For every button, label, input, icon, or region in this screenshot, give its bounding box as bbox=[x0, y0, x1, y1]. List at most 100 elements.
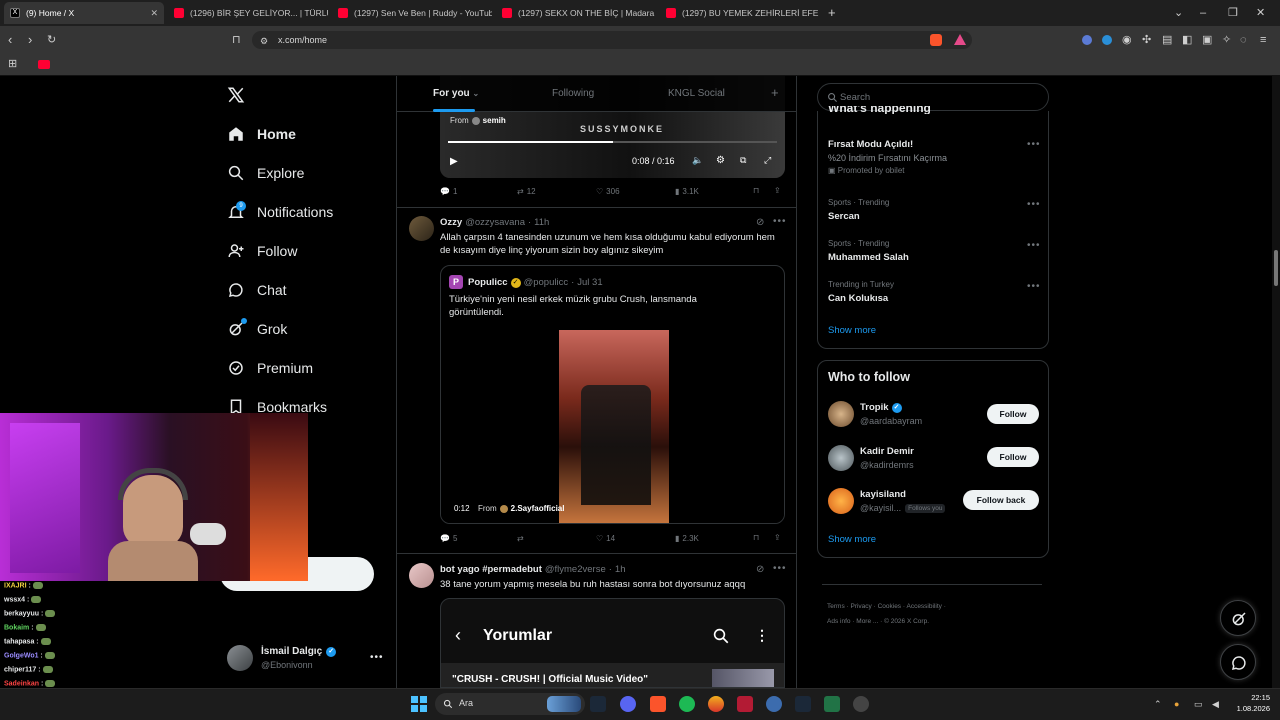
bookmark-page-icon[interactable]: ⊓ bbox=[232, 34, 241, 46]
add-tab-icon[interactable]: + bbox=[771, 85, 779, 100]
chevron-up-icon[interactable]: ⌃ bbox=[1154, 698, 1162, 710]
excel-icon[interactable] bbox=[824, 696, 840, 712]
nav-follow[interactable]: Follow bbox=[227, 239, 297, 263]
site-info-icon[interactable]: ⚙ bbox=[260, 35, 268, 47]
avatar[interactable] bbox=[828, 401, 854, 427]
vpn-icon[interactable]: ◌ bbox=[1240, 34, 1247, 46]
taskbar-clock[interactable]: 22:15 1.08.2026 bbox=[1234, 693, 1270, 713]
bookmark-icon[interactable]: ⊓ bbox=[753, 186, 759, 195]
avatar[interactable] bbox=[227, 645, 253, 671]
quote-video[interactable]: 0:12 From 2.Sayfaofficial bbox=[441, 330, 784, 523]
avatar[interactable] bbox=[409, 563, 434, 588]
repost-button[interactable]: ⇄ bbox=[517, 534, 527, 543]
volume-icon[interactable]: ◀ bbox=[1212, 698, 1219, 710]
forward-icon[interactable]: › bbox=[28, 33, 32, 46]
chevron-down-icon[interactable]: ⌄ bbox=[1174, 7, 1183, 19]
app-icon[interactable] bbox=[737, 696, 753, 712]
footer-link[interactable]: More ... bbox=[856, 618, 878, 625]
profile-name-row[interactable]: İsmail Dalgıç ✓ bbox=[261, 646, 337, 657]
reply-button[interactable]: 💬 5 bbox=[440, 534, 457, 543]
close-icon[interactable]: ✕ bbox=[144, 8, 158, 19]
user-name[interactable]: Kadir Demir bbox=[860, 446, 914, 457]
volume-icon[interactable]: 🔈 bbox=[692, 155, 703, 166]
app-icon[interactable] bbox=[766, 696, 782, 712]
steam-icon[interactable] bbox=[795, 696, 811, 712]
tab-following[interactable]: Following bbox=[552, 88, 594, 99]
scrollbar-thumb[interactable] bbox=[1274, 250, 1278, 286]
maximize-icon[interactable]: ❐ bbox=[1228, 7, 1238, 19]
browser-tab-home-x[interactable]: X (9) Home / X ✕ bbox=[4, 2, 164, 24]
reply-button[interactable]: 💬 1 bbox=[440, 187, 457, 196]
brave-icon[interactable] bbox=[650, 696, 666, 712]
share-icon[interactable]: ⇪ bbox=[774, 186, 781, 195]
author-name[interactable]: bot yago #permadebut bbox=[440, 564, 542, 575]
footer-link[interactable]: Ads info bbox=[827, 618, 851, 625]
window-close-icon[interactable]: ✕ bbox=[1256, 7, 1265, 19]
extensions-puzzle-icon[interactable]: ✣ bbox=[1142, 34, 1151, 46]
show-more-link[interactable]: Show more bbox=[828, 534, 876, 545]
grok-floating-button[interactable] bbox=[1220, 600, 1256, 636]
bookmark-icon[interactable]: ⊓ bbox=[753, 533, 759, 542]
app-icon[interactable] bbox=[853, 696, 869, 712]
more-icon[interactable]: ••• bbox=[1027, 199, 1041, 210]
minimize-icon[interactable]: – bbox=[1200, 7, 1206, 19]
steam-icon[interactable] bbox=[590, 696, 606, 712]
settings-icon[interactable]: ⚙ bbox=[716, 155, 725, 166]
trend-item[interactable]: Sports · Trending Sercan bbox=[828, 198, 889, 222]
sidebar-icon[interactable]: ▤ bbox=[1162, 34, 1172, 46]
video-progress-track[interactable] bbox=[448, 141, 777, 143]
back-icon[interactable]: ‹ bbox=[8, 33, 12, 46]
grok-analyze-icon[interactable]: ⊘ bbox=[756, 217, 764, 228]
footer-link[interactable]: Terms bbox=[827, 603, 845, 610]
nav-chat[interactable]: Chat bbox=[227, 278, 287, 302]
network-icon[interactable]: ▭ bbox=[1194, 698, 1203, 710]
user-name-row[interactable]: Tropik ✓ bbox=[860, 402, 902, 413]
views-button[interactable]: ▮ 2.3K bbox=[675, 534, 699, 543]
user-name[interactable]: kayisiland bbox=[860, 489, 906, 500]
grok-analyze-icon[interactable]: ⊘ bbox=[756, 564, 764, 575]
brave-rewards-icon[interactable] bbox=[954, 34, 966, 45]
play-icon[interactable]: ▶ bbox=[450, 156, 458, 167]
extension-icon[interactable] bbox=[1082, 35, 1092, 45]
author-handle[interactable]: @ozzysavana bbox=[465, 217, 525, 228]
menu-icon[interactable]: ≡ bbox=[1260, 34, 1266, 46]
like-button[interactable]: ♡ 14 bbox=[596, 534, 615, 543]
nav-home[interactable]: Home bbox=[227, 122, 296, 146]
youtube-bookmark-icon[interactable] bbox=[38, 60, 50, 69]
browser-tab-youtube-3[interactable]: (1297) SEKX ON THE BİÇ | Madara Ol... bbox=[496, 2, 656, 24]
app-icon[interactable] bbox=[708, 696, 724, 712]
pip-icon[interactable]: ⧉ bbox=[740, 155, 746, 166]
source-user[interactable]: semih bbox=[483, 116, 506, 125]
follow-button[interactable]: Follow bbox=[987, 447, 1039, 467]
nav-premium[interactable]: Premium bbox=[227, 356, 313, 380]
tab-kngl-social[interactable]: KNGL Social bbox=[668, 88, 725, 99]
extension-icon[interactable] bbox=[1102, 35, 1112, 45]
footer-link[interactable]: Cookies bbox=[878, 603, 901, 610]
views-button[interactable]: ▮ 3.1K bbox=[675, 187, 699, 196]
extension-icon[interactable]: ◉ bbox=[1122, 34, 1132, 46]
new-tab-icon[interactable]: + bbox=[828, 6, 836, 19]
follow-button[interactable]: Follow bbox=[987, 404, 1039, 424]
more-icon[interactable]: ••• bbox=[1027, 240, 1041, 251]
trend-item[interactable]: Sports · Trending Muhammed Salah bbox=[828, 239, 909, 263]
microphone-icon[interactable]: ● bbox=[1174, 698, 1179, 710]
share-icon[interactable]: ⇪ bbox=[774, 533, 781, 542]
tab-for-you[interactable]: For you ⌄ bbox=[433, 88, 479, 99]
taskbar-search[interactable]: Ara bbox=[435, 693, 585, 715]
brave-shield-icon[interactable] bbox=[930, 34, 942, 46]
more-icon[interactable]: ••• bbox=[1027, 281, 1041, 292]
spotify-icon[interactable] bbox=[679, 696, 695, 712]
x-logo-icon[interactable] bbox=[227, 86, 245, 104]
discord-icon[interactable] bbox=[620, 696, 636, 712]
url-field[interactable]: x.com/home bbox=[252, 31, 972, 49]
nav-grok[interactable]: Grok bbox=[227, 317, 287, 341]
quoted-post[interactable]: P Populicc ✓ @populicc · Jul 31 Türkiye'… bbox=[440, 265, 785, 524]
browser-tab-youtube-2[interactable]: (1297) Sen Ve Ben | Ruddy - YouTube bbox=[332, 2, 492, 24]
apps-grid-icon[interactable]: ⊞ bbox=[8, 58, 17, 70]
author-handle[interactable]: @flyme2verse bbox=[545, 564, 606, 575]
post-time[interactable]: 11h bbox=[534, 217, 549, 228]
avatar[interactable] bbox=[828, 445, 854, 471]
author-name[interactable]: Ozzy bbox=[440, 217, 462, 228]
windows-start-icon[interactable] bbox=[411, 696, 427, 712]
reload-icon[interactable]: ↻ bbox=[47, 34, 56, 46]
